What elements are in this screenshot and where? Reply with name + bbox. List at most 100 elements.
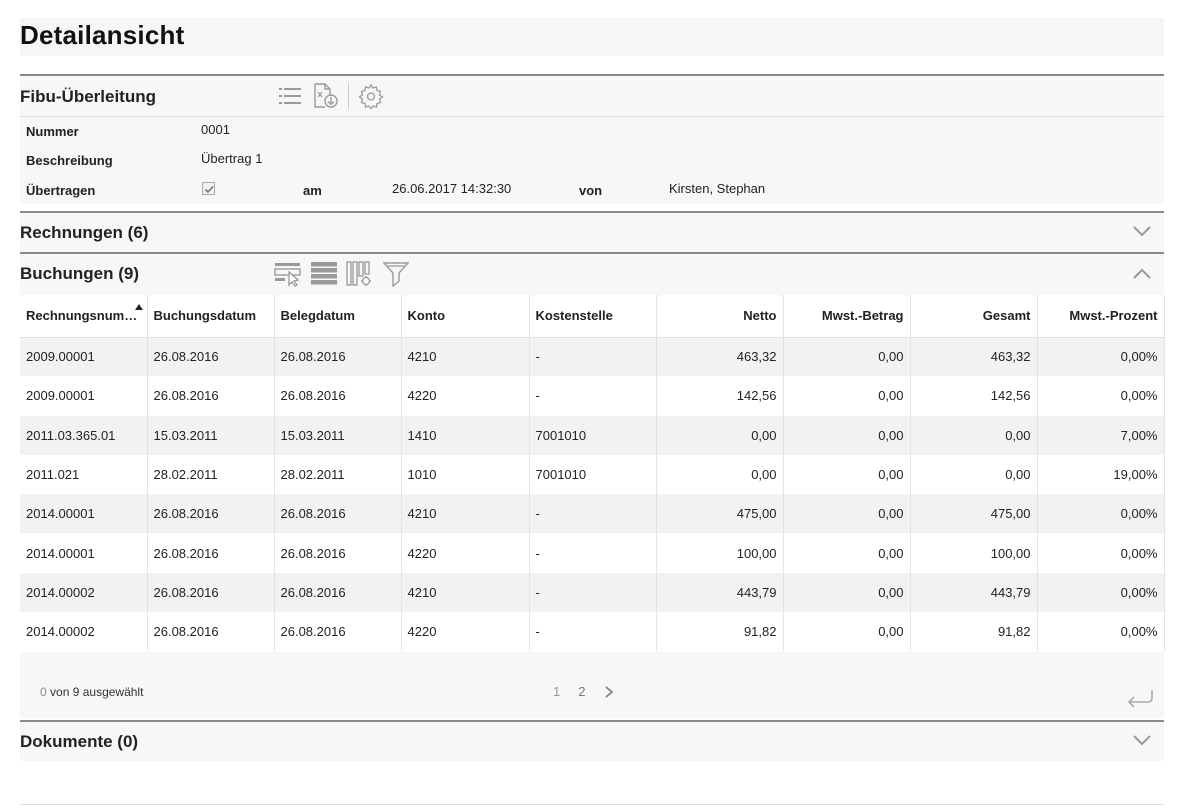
table-cell: 7001010 (529, 415, 657, 455)
table-cell: 443,79 (656, 572, 784, 613)
page-link-1[interactable]: 1 (553, 684, 560, 699)
nummer-label: Nummer (26, 124, 79, 139)
list-density-icon[interactable] (310, 260, 338, 288)
am-value: 26.06.2017 14:32:30 (392, 181, 512, 196)
dokumente-section-title: Dokumente (0) (20, 732, 139, 751)
dokumente-section-header[interactable]: Dokumente (0) (20, 720, 1164, 761)
uebertragen-checkbox[interactable] (202, 182, 215, 195)
chevron-down-icon[interactable] (1132, 223, 1152, 239)
table-cell: 26.08.2016 (147, 612, 275, 652)
column-settings-icon[interactable] (346, 260, 374, 288)
table-cell: 0,00 (656, 454, 784, 495)
selection-count: 0 von 9 ausgewählt (40, 685, 143, 699)
table-cell: 1410 (401, 415, 530, 455)
filter-icon[interactable] (382, 260, 410, 288)
pagination: 1 2 (553, 684, 615, 699)
column-header-rechnungsnummer[interactable]: Rechnungsnum… (20, 295, 148, 338)
table-cell: 91,82 (910, 612, 1038, 652)
table-cell: 4210 (401, 572, 530, 613)
page-link-2[interactable]: 2 (578, 684, 585, 699)
column-header-kostenstelle[interactable]: Kostenstelle (529, 295, 657, 338)
selection-count-text: von 9 ausgewählt (50, 685, 144, 699)
table-cell: 4220 (401, 376, 530, 416)
buchungen-table-container: Rechnungsnum… Buchungsdatum Belegdatum K… (20, 295, 1165, 652)
table-cell: 2014.00002 (20, 572, 148, 613)
table-cell: 443,79 (910, 572, 1038, 613)
table-row[interactable]: 2011.03.365.01 15.03.2011 15.03.2011 1410 70… (20, 415, 1165, 455)
sort-ascending-icon (134, 304, 143, 310)
buchungen-table-footer: 0 von 9 ausgewählt 1 2 (20, 652, 1164, 718)
table-cell: 15.03.2011 (147, 415, 275, 455)
column-header-konto[interactable]: Konto (401, 295, 530, 338)
row-select-icon[interactable] (274, 260, 302, 288)
fibu-section-header: Fibu-Überleitung (20, 74, 1164, 116)
fibu-section-title: Fibu-Überleitung (20, 87, 156, 106)
return-icon[interactable] (1126, 688, 1154, 710)
chevron-down-icon[interactable] (1132, 732, 1152, 748)
beschreibung-label: Beschreibung (26, 153, 113, 168)
checkmark-icon (204, 185, 214, 194)
page-title: Detailansicht (20, 20, 185, 50)
table-cell: 26.08.2016 (274, 376, 402, 416)
buchungen-section-title: Buchungen (9) (20, 264, 139, 283)
table-cell: 0,00 (783, 337, 911, 377)
table-header-row: Rechnungsnum… Buchungsdatum Belegdatum K… (20, 295, 1165, 338)
table-cell: - (529, 533, 657, 573)
table-row[interactable]: 2014.00001 26.08.2016 26.08.2016 4220-100,0… (20, 533, 1165, 573)
column-header-mwst-betrag[interactable]: Mwst.-Betrag (783, 295, 911, 338)
next-page-icon[interactable] (603, 685, 615, 699)
rechnungen-section-header[interactable]: Rechnungen (6) (20, 211, 1164, 252)
list-icon[interactable] (276, 82, 304, 110)
buchungen-table: Rechnungsnum… Buchungsdatum Belegdatum K… (20, 295, 1165, 652)
column-header-gesamt[interactable]: Gesamt (910, 295, 1038, 338)
table-cell: 2014.00002 (20, 612, 148, 652)
von-label: von (579, 183, 603, 198)
buchungen-toolbar (274, 260, 418, 288)
table-cell: 0,00% (1037, 337, 1165, 377)
table-row[interactable]: 2014.00002 26.08.2016 26.08.2016 4220-91,82… (20, 612, 1165, 652)
table-row[interactable]: 2009.00001 26.08.2016 26.08.2016 4210-463,3… (20, 337, 1165, 377)
beschreibung-value: Übertrag 1 (201, 151, 263, 166)
column-header-buchungsdatum[interactable]: Buchungsdatum (147, 295, 275, 338)
table-cell: 0,00% (1037, 533, 1165, 573)
selected-count-number: 0 (40, 685, 47, 699)
export-document-icon[interactable] (312, 82, 340, 110)
table-cell: 463,32 (910, 337, 1038, 377)
table-cell: 0,00% (1037, 376, 1165, 416)
table-cell: 26.08.2016 (147, 533, 275, 573)
table-cell: 0,00 (783, 454, 911, 495)
table-row[interactable]: 2009.00001 26.08.2016 26.08.2016 4220-142,5… (20, 376, 1165, 416)
column-header-mwst-prozent[interactable]: Mwst.-Prozent (1037, 295, 1165, 338)
von-value: Kirsten, Stephan (669, 181, 766, 196)
table-cell: - (529, 337, 657, 377)
table-cell: 0,00 (656, 415, 784, 455)
column-header-belegdatum[interactable]: Belegdatum (274, 295, 402, 338)
column-header-netto[interactable]: Netto (656, 295, 784, 338)
table-cell: 0,00 (783, 376, 911, 416)
table-cell: 463,32 (656, 337, 784, 377)
table-cell: 26.08.2016 (147, 572, 275, 613)
table-cell: 0,00 (910, 415, 1038, 455)
table-row[interactable]: 2014.00002 26.08.2016 26.08.2016 4210-443,7… (20, 572, 1165, 613)
table-row[interactable]: 2011.021 28.02.2011 28.02.2011 1010 7001010 0… (20, 454, 1165, 495)
rechnungen-section-title: Rechnungen (6) (20, 223, 149, 242)
table-cell: 28.02.2011 (274, 454, 402, 495)
table-cell: 475,00 (910, 494, 1038, 534)
uebertragen-label: Übertragen (26, 183, 96, 198)
table-cell: 0,00% (1037, 494, 1165, 534)
table-row[interactable]: 2014.00001 26.08.2016 26.08.2016 4210-475,0… (20, 494, 1165, 534)
toolbar-divider (348, 83, 349, 109)
table-cell: 1010 (401, 454, 530, 495)
table-cell: - (529, 494, 657, 534)
fibu-toolbar (276, 82, 393, 110)
chevron-up-icon[interactable] (1132, 266, 1152, 282)
table-cell: 26.08.2016 (274, 494, 402, 534)
table-cell: 0,00 (910, 454, 1038, 495)
table-cell: 0,00% (1037, 572, 1165, 613)
table-cell: 26.08.2016 (147, 376, 275, 416)
settings-gear-icon[interactable] (357, 82, 385, 110)
bottom-divider (20, 804, 1164, 805)
table-cell: 91,82 (656, 612, 784, 652)
page-title-bar: Detailansicht (20, 18, 1164, 56)
table-cell: 2011.03.365.01 (20, 415, 148, 455)
